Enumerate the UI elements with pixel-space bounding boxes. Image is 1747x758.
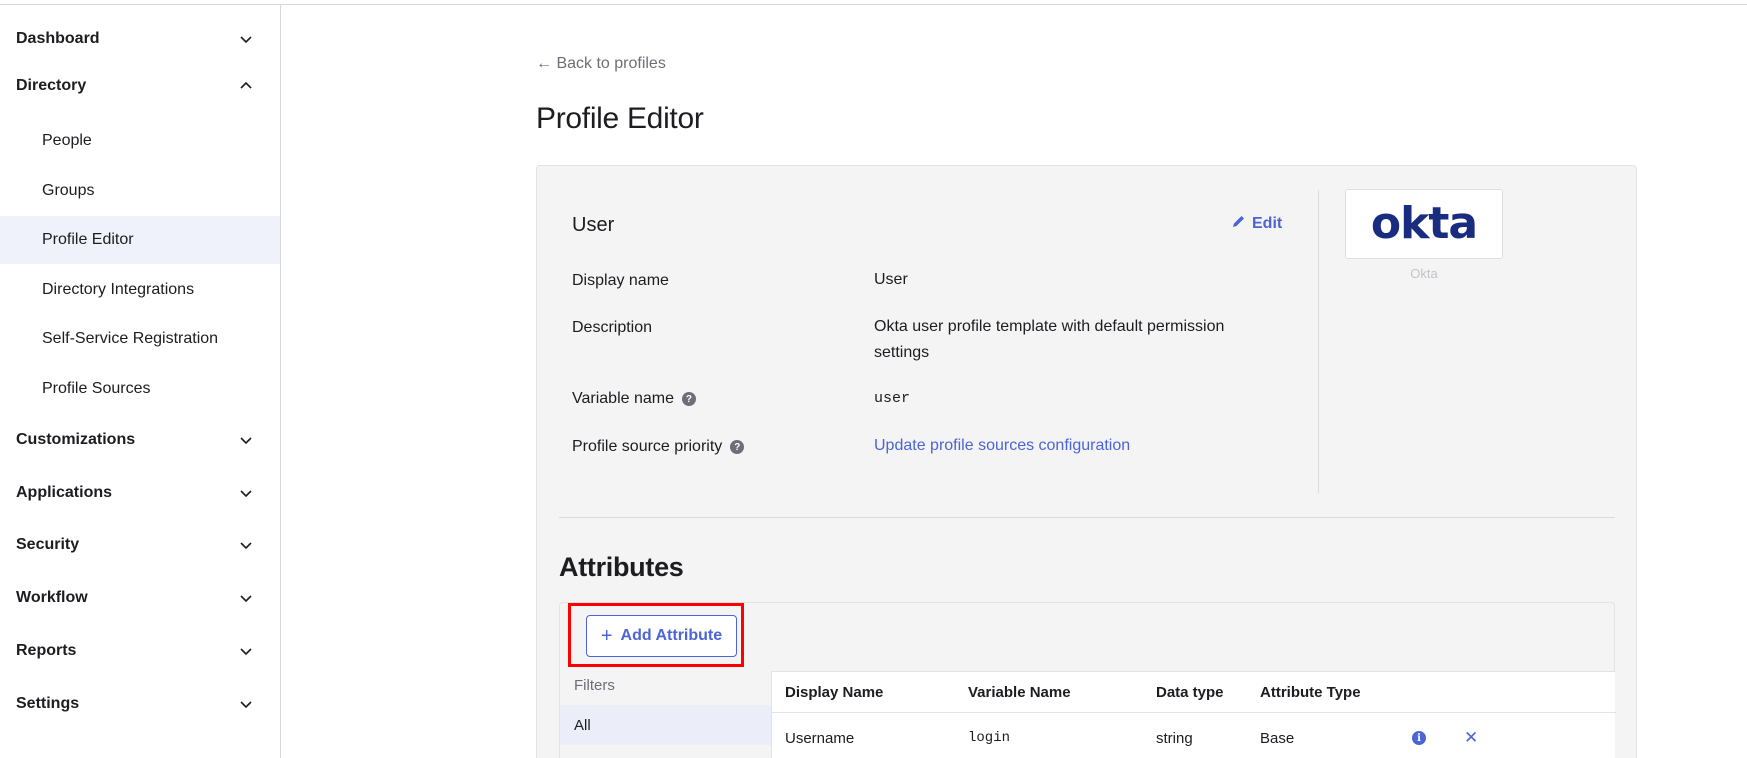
help-icon[interactable]: ? <box>681 392 696 406</box>
field-label-text: Variable name <box>572 390 674 407</box>
sidebar-section-label: Applications <box>16 484 113 501</box>
description-value: Okta user profile template with default … <box>874 318 1225 361</box>
sidebar-item-people[interactable]: People <box>0 117 280 165</box>
sidebar-item-profile-editor[interactable]: Profile Editor <box>0 216 280 264</box>
help-icon[interactable]: ? <box>730 440 745 454</box>
sidebar-section-directory[interactable]: Directory <box>0 66 280 106</box>
attributes-panel: + Add Attribute Filters All Display Name… <box>559 602 1616 758</box>
cell-variable-name: login <box>968 730 1011 746</box>
logo-caption: Okta <box>1410 266 1438 281</box>
sidebar-item-self-service-registration[interactable]: Self-Service Registration <box>0 315 280 363</box>
vertical-divider <box>1318 190 1319 493</box>
info-icon[interactable]: i <box>1412 731 1426 745</box>
chevron-up-icon <box>238 78 254 94</box>
edit-button[interactable]: Edit <box>1232 214 1282 233</box>
variable-name-label: Variable name ? <box>572 390 696 408</box>
sidebar: Dashboard Directory People Groups Profil… <box>0 5 281 758</box>
page-title: Profile Editor <box>536 102 704 135</box>
sidebar-section-label: Directory <box>16 77 87 94</box>
chevron-down-icon <box>238 590 254 606</box>
profile-title: User <box>572 214 615 236</box>
field-label-text: Description <box>572 319 653 336</box>
description-label: Description <box>572 319 652 337</box>
sidebar-section-settings[interactable]: Settings <box>0 684 280 724</box>
sidebar-section-applications[interactable]: Applications <box>0 473 280 513</box>
chevron-down-icon <box>238 31 254 47</box>
plus-icon: + <box>600 625 613 647</box>
sidebar-item-groups[interactable]: Groups <box>0 167 280 215</box>
back-to-profiles-link[interactable]: ← Back to profiles <box>536 55 666 73</box>
column-header-display-name[interactable]: Display Name <box>785 672 883 712</box>
chevron-down-icon <box>238 432 254 448</box>
display-name-value: User <box>874 271 908 288</box>
sidebar-section-label: Security <box>16 536 80 553</box>
sidebar-section-reports[interactable]: Reports <box>0 631 280 671</box>
table-header-divider <box>772 712 1616 713</box>
sidebar-item-label: People <box>42 132 92 149</box>
sidebar-item-label: Self-Service Registration <box>42 330 219 347</box>
attributes-table: Display Name Variable Name Data type Att… <box>771 671 1616 758</box>
sidebar-section-label: Dashboard <box>16 30 100 47</box>
sidebar-item-label: Directory Integrations <box>42 281 195 298</box>
okta-logo: okta <box>1345 189 1503 259</box>
profile-source-priority-label: Profile source priority ? <box>572 438 745 456</box>
add-attribute-label: Add Attribute <box>620 627 723 644</box>
info-cell: i <box>1412 713 1426 758</box>
chevron-down-icon <box>238 643 254 659</box>
display-name-label: Display name <box>572 272 669 290</box>
cell-data-type: string <box>1156 729 1193 747</box>
sidebar-section-workflow[interactable]: Workflow <box>0 578 280 618</box>
sidebar-section-customizations[interactable]: Customizations <box>0 420 280 460</box>
sidebar-section-label: Customizations <box>16 431 136 448</box>
cell-attribute-type: Base <box>1260 729 1295 747</box>
chevron-down-icon <box>238 537 254 553</box>
filter-all[interactable]: All <box>560 705 771 745</box>
attributes-title: Attributes <box>559 552 684 582</box>
sidebar-item-label: Profile Editor <box>42 231 134 248</box>
field-label-text: Display name <box>572 272 669 289</box>
section-divider <box>559 517 1615 518</box>
remove-cell: ✕ <box>1464 713 1478 758</box>
update-profile-sources-link[interactable]: Update profile sources configuration <box>874 433 1264 459</box>
sidebar-section-label: Reports <box>16 642 77 659</box>
okta-logo-text: okta <box>1370 198 1478 249</box>
sidebar-section-label: Settings <box>16 695 80 712</box>
column-header-variable-name[interactable]: Variable Name <box>968 672 1071 712</box>
sidebar-section-security[interactable]: Security <box>0 525 280 565</box>
profile-card: User Edit Display name User Description … <box>536 165 1637 758</box>
filters-panel: Filters All <box>560 671 771 758</box>
edit-button-label: Edit <box>1252 214 1283 232</box>
pencil-icon <box>1232 214 1246 233</box>
chevron-down-icon <box>238 696 254 712</box>
add-attribute-button[interactable]: + Add Attribute <box>586 615 737 657</box>
field-label-text: Profile source priority <box>572 438 723 455</box>
sidebar-item-label: Groups <box>42 182 95 199</box>
chevron-down-icon <box>238 485 254 501</box>
variable-name-value: user <box>874 390 911 407</box>
sidebar-section-label: Workflow <box>16 589 88 606</box>
close-icon[interactable]: ✕ <box>1464 728 1478 748</box>
sidebar-item-profile-sources[interactable]: Profile Sources <box>0 365 280 413</box>
sidebar-item-label: Profile Sources <box>42 380 151 397</box>
column-header-attribute-type[interactable]: Attribute Type <box>1260 672 1361 712</box>
sidebar-item-directory-integrations[interactable]: Directory Integrations <box>0 266 280 314</box>
column-header-data-type[interactable]: Data type <box>1156 672 1224 712</box>
filters-title: Filters <box>574 677 615 694</box>
cell-display-name: Username <box>785 729 855 747</box>
sidebar-section-dashboard[interactable]: Dashboard <box>0 19 280 59</box>
main-content: ← Back to profiles Profile Editor User E… <box>536 0 1637 758</box>
